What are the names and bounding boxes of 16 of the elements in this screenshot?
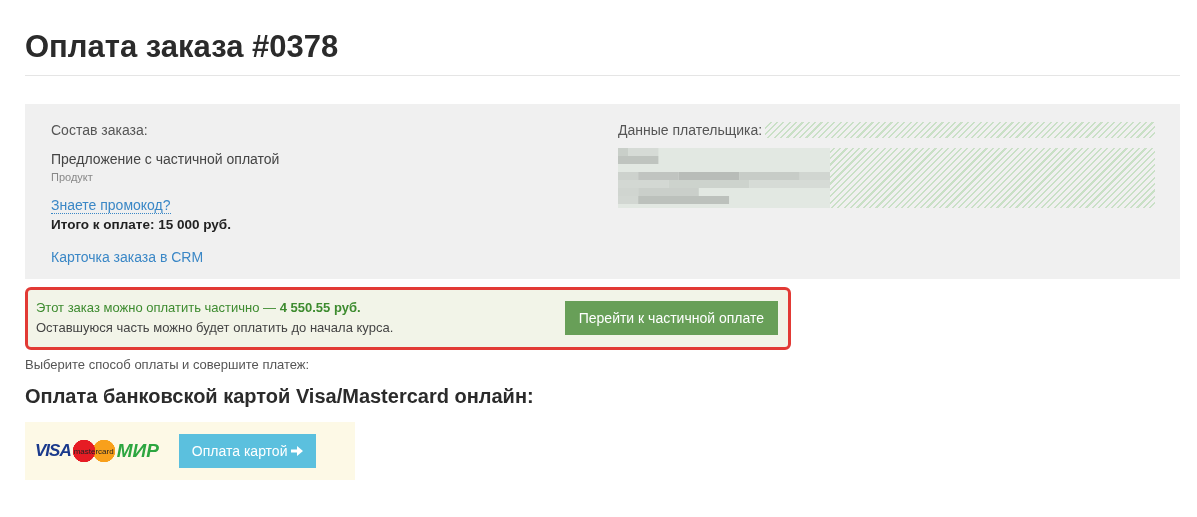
payer-heading: Данные плательщика: [618, 122, 766, 139]
page-title: Оплата заказа #0378 [25, 28, 340, 66]
choose-method-text: Выберите способ оплаты и совершите платеж: [25, 357, 311, 373]
arrow-right-icon [291, 446, 304, 457]
crm-link[interactable]: Карточка заказа в CRM [51, 249, 204, 266]
order-total: Итого к оплате: 15 000 руб. [51, 217, 231, 233]
card-payment-button[interactable]: Оплата картой [178, 434, 317, 469]
mir-logo: МИР [116, 440, 159, 463]
promo-link[interactable]: Знаете промокод? [51, 197, 171, 215]
method-heading: Оплата банковской картой Visa/Mastercard онлайн: [25, 385, 535, 409]
item-type: Продукт [51, 171, 93, 184]
partial-payment-button[interactable]: Перейти к частичной оплате [564, 301, 778, 336]
order-heading: Состав заказа: [51, 122, 148, 139]
order-item: Предложение с частичной оплатой [51, 151, 280, 168]
remaining-text: Оставшуюся часть можно будет оплатить до начала курса. [36, 319, 394, 338]
partial-payment-text: Этот заказ можно оплатить частично — 4 550.55 руб. [36, 299, 362, 318]
